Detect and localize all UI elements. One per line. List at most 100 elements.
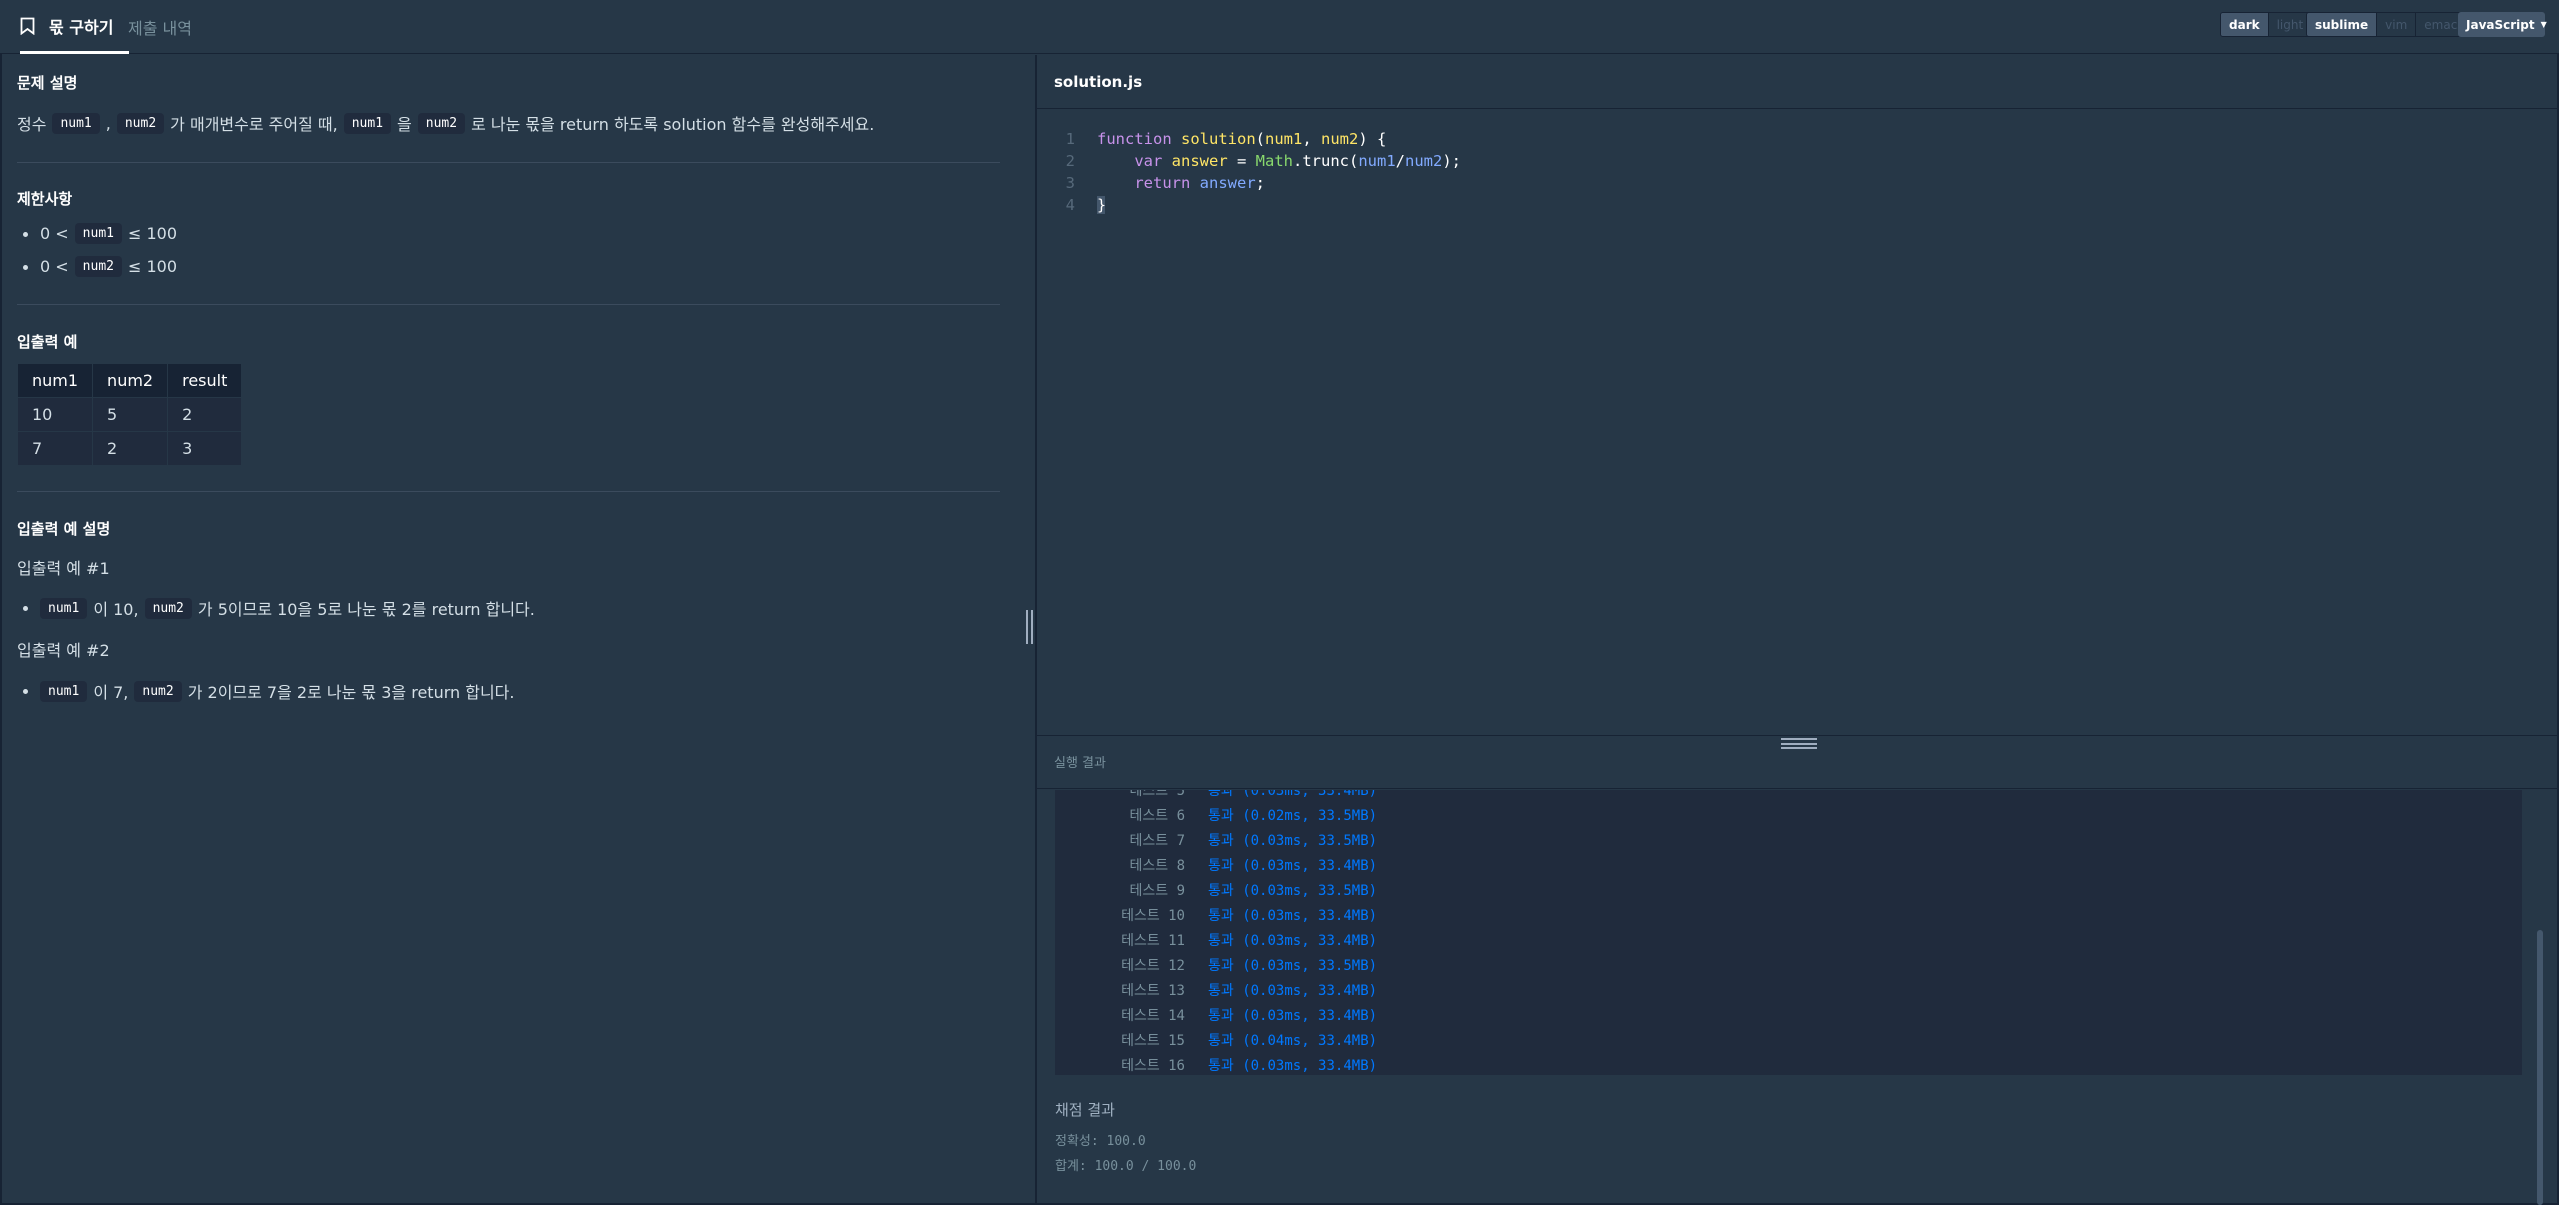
file-name: solution.js xyxy=(1054,73,1143,91)
punct-token: = xyxy=(1227,152,1256,170)
table-cell: 5 xyxy=(92,397,169,432)
table-header-row: num1 num2 result xyxy=(16,363,243,398)
test-result-row: 테스트 16 통과 (0.03ms, 33.4MB) xyxy=(1055,1052,1377,1075)
result-scrollbar[interactable] xyxy=(2537,930,2543,1205)
constraint-pre: 0 < xyxy=(40,224,69,243)
test-label: 테스트 15 xyxy=(1121,1032,1185,1049)
test-result-row: 테스트 10 통과 (0.03ms, 33.4MB) xyxy=(1055,902,1377,927)
theme-toggle: dark light xyxy=(2220,12,2313,37)
tab-submissions-label: 제출 내역 xyxy=(128,19,192,38)
test-status: 통과 (0.02ms, 33.5MB) xyxy=(1208,807,1378,824)
test-status: 통과 (0.03ms, 33.5MB) xyxy=(1208,832,1378,849)
desc-text-3: 가 매개변수로 주어질 때, xyxy=(170,115,338,134)
test-result-row: 테스트 15 통과 (0.04ms, 33.4MB) xyxy=(1055,1027,1377,1052)
table-cell: 10 xyxy=(16,397,94,432)
identifier-token: num2 xyxy=(1405,152,1443,170)
total-score: 합계: 100.0 / 100.0 xyxy=(1055,1159,1197,1174)
divider xyxy=(17,304,1000,305)
code-line: 1 function solution(num1, num2) { xyxy=(1037,128,1387,150)
test-result-row: 테스트 5 통과 (0.03ms, 33.4MB) xyxy=(1055,790,1378,802)
test-result-row: 테스트 9 통과 (0.03ms, 33.5MB) xyxy=(1055,877,1378,902)
tab-problem-label: 몫 구하기 xyxy=(49,17,114,37)
table-cell: 2 xyxy=(167,397,243,432)
line-number: 1 xyxy=(1065,130,1075,148)
code-editor[interactable]: 1 function solution(num1, num2) { 2 var … xyxy=(1037,110,2557,735)
test-label: 테스트 5 xyxy=(1129,790,1186,799)
code-num1: num1 xyxy=(74,223,122,244)
code-num2: num2 xyxy=(116,112,165,134)
horizontal-resize-handle[interactable] xyxy=(1781,738,1817,749)
vertical-resize-handle[interactable] xyxy=(1024,610,1035,644)
test-results-list[interactable]: 테스트 5 통과 (0.03ms, 33.4MB) 테스트 6 통과 (0.02ms… xyxy=(1055,790,2522,1075)
text-cursor: } xyxy=(1097,196,1107,215)
theme-dark-button[interactable]: dark xyxy=(2221,13,2268,36)
test-status: 통과 (0.03ms, 33.4MB) xyxy=(1208,857,1378,874)
punct-token: ; xyxy=(1255,174,1266,192)
test-result-row: 테스트 13 통과 (0.03ms, 33.4MB) xyxy=(1055,977,1377,1002)
table-cell: 3 xyxy=(167,431,243,466)
test-status: 통과 (0.03ms, 33.4MB) xyxy=(1208,907,1378,924)
example-text: 이 7, xyxy=(93,683,129,702)
keymap-vim-button[interactable]: vim xyxy=(2376,13,2416,36)
io-example-heading: 입출력 예 xyxy=(17,333,78,351)
problem-panel: 문제 설명 정수 num1 , num2 가 매개변수로 주어질 때, num1… xyxy=(0,55,1035,1203)
test-result-row: 테스트 7 통과 (0.03ms, 33.5MB) xyxy=(1055,827,1378,852)
constraint-item: 0 < num1 ≤ 100 xyxy=(22,223,177,244)
variable-token: answer xyxy=(1171,152,1228,170)
constraint-item: 0 < num2 ≤ 100 xyxy=(22,256,177,277)
tab-problem[interactable]: 몫 구하기 xyxy=(20,0,130,54)
code-num2: num2 xyxy=(417,112,466,134)
code-line-text: return answer; xyxy=(1075,174,1265,192)
test-label: 테스트 9 xyxy=(1129,882,1186,899)
code-line-text: function solution(num1, num2) { xyxy=(1075,130,1386,148)
code-num1: num1 xyxy=(52,112,100,134)
test-result-row: 테스트 8 통과 (0.03ms, 33.4MB) xyxy=(1055,852,1378,877)
test-result-row: 테스트 11 통과 (0.03ms, 33.4MB) xyxy=(1055,927,1377,952)
test-label: 테스트 11 xyxy=(1121,932,1185,949)
code-num1: num1 xyxy=(343,112,392,134)
test-result-row: 테스트 6 통과 (0.02ms, 33.5MB) xyxy=(1055,802,1378,827)
code-line: 3 return answer; xyxy=(1037,172,1265,194)
punct-token: } xyxy=(1097,196,1107,215)
test-status: 통과 (0.03ms, 33.4MB) xyxy=(1208,1007,1378,1024)
tab-submissions[interactable]: 제출 내역 xyxy=(128,0,192,54)
caret-down-icon: ▼ xyxy=(2540,20,2547,29)
test-status: 통과 (0.03ms, 33.4MB) xyxy=(1208,932,1378,949)
param-token: num2 xyxy=(1321,130,1359,148)
punct-token: / xyxy=(1395,152,1405,170)
keymap-toggle: sublime vim emacs xyxy=(2306,12,2473,37)
description-text: 정수 num1 , num2 가 매개변수로 주어질 때, num1 을 num… xyxy=(17,111,874,135)
io-example-table: num1 num2 result 10 5 2 7 2 3 xyxy=(16,363,243,466)
file-tab-bar: solution.js xyxy=(1037,55,2557,109)
code-num1: num1 xyxy=(40,680,88,702)
desc-text-4: 을 xyxy=(397,115,412,134)
function-name-token: solution xyxy=(1181,130,1256,148)
code-line-text: var answer = Math.trunc(num1/num2); xyxy=(1075,152,1461,170)
code-line: 2 var answer = Math.trunc(num1/num2); xyxy=(1037,150,1461,172)
code-num2: num2 xyxy=(144,597,192,619)
test-label: 테스트 12 xyxy=(1121,957,1185,974)
language-select[interactable]: JavaScript ▼ xyxy=(2458,12,2547,37)
top-bar: 몫 구하기 제출 내역 dark light sublime vim emacs… xyxy=(0,0,2559,54)
table-cell: 7 xyxy=(16,431,94,466)
divider xyxy=(17,162,1000,163)
test-label: 테스트 8 xyxy=(1129,857,1186,874)
example-text: 가 5이므로 10을 5로 나눈 몫 2를 return 합니다. xyxy=(197,600,535,619)
test-label: 테스트 13 xyxy=(1121,982,1185,999)
line-number: 2 xyxy=(1065,152,1075,170)
example-2-item: num1 이 7, num2 가 2이므로 7을 2로 나눈 몫 3을 retu… xyxy=(22,679,514,703)
table-row: 10 5 2 xyxy=(16,397,243,432)
desc-text-2: , xyxy=(105,113,111,133)
test-label: 테스트 7 xyxy=(1129,832,1186,849)
test-label: 테스트 16 xyxy=(1121,1057,1185,1074)
divider xyxy=(17,491,1000,492)
test-status: 통과 (0.03ms, 33.4MB) xyxy=(1208,790,1378,799)
theme-light-button[interactable]: light xyxy=(2267,13,2312,36)
punct-token: , xyxy=(1302,130,1321,148)
keymap-sublime-button[interactable]: sublime xyxy=(2307,13,2377,36)
bookmark-icon xyxy=(20,17,35,35)
class-token: Math xyxy=(1255,152,1293,170)
language-select-value: JavaScript xyxy=(2466,17,2535,32)
constraint-pre: 0 < xyxy=(40,257,69,276)
test-status: 통과 (0.04ms, 33.4MB) xyxy=(1208,1032,1378,1049)
